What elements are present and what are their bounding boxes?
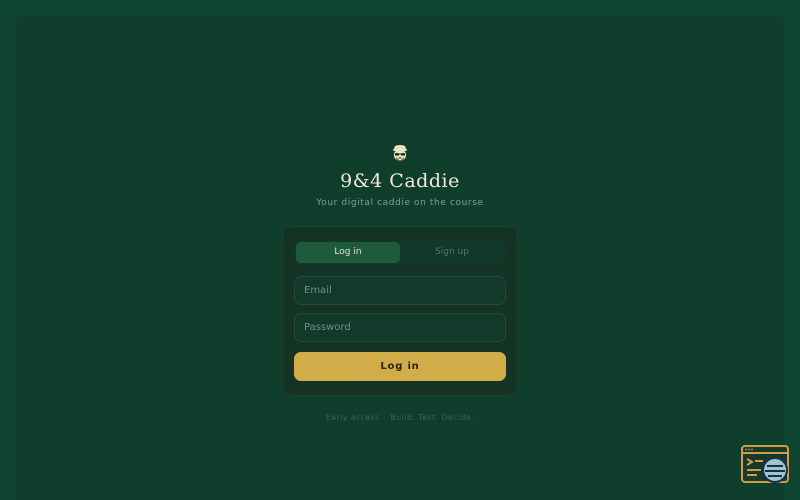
terminal-chat-icon[interactable] [741,445,789,485]
footer-separator: · [383,413,387,422]
footer-early-access: Early access [325,413,380,422]
tab-signup[interactable]: Sign up [400,242,504,263]
footer-motto: Build. Test. Decide. [390,413,475,422]
brand-header [0,142,800,168]
footer-tagline: Early access · Build. Test. Decide. [0,413,800,422]
app-title: 9&4 Caddie [340,170,460,192]
tab-login[interactable]: Log in [296,242,400,263]
caddie-face-icon [389,142,411,164]
password-field[interactable] [294,313,506,342]
login-button[interactable]: Log in [294,352,506,381]
app-subtitle: Your digital caddie on the course [316,198,484,208]
email-field[interactable] [294,276,506,305]
auth-tabs: Log in Sign up [294,240,506,265]
page-background: 9&4 Caddie Your digital caddie on the co… [0,0,800,500]
